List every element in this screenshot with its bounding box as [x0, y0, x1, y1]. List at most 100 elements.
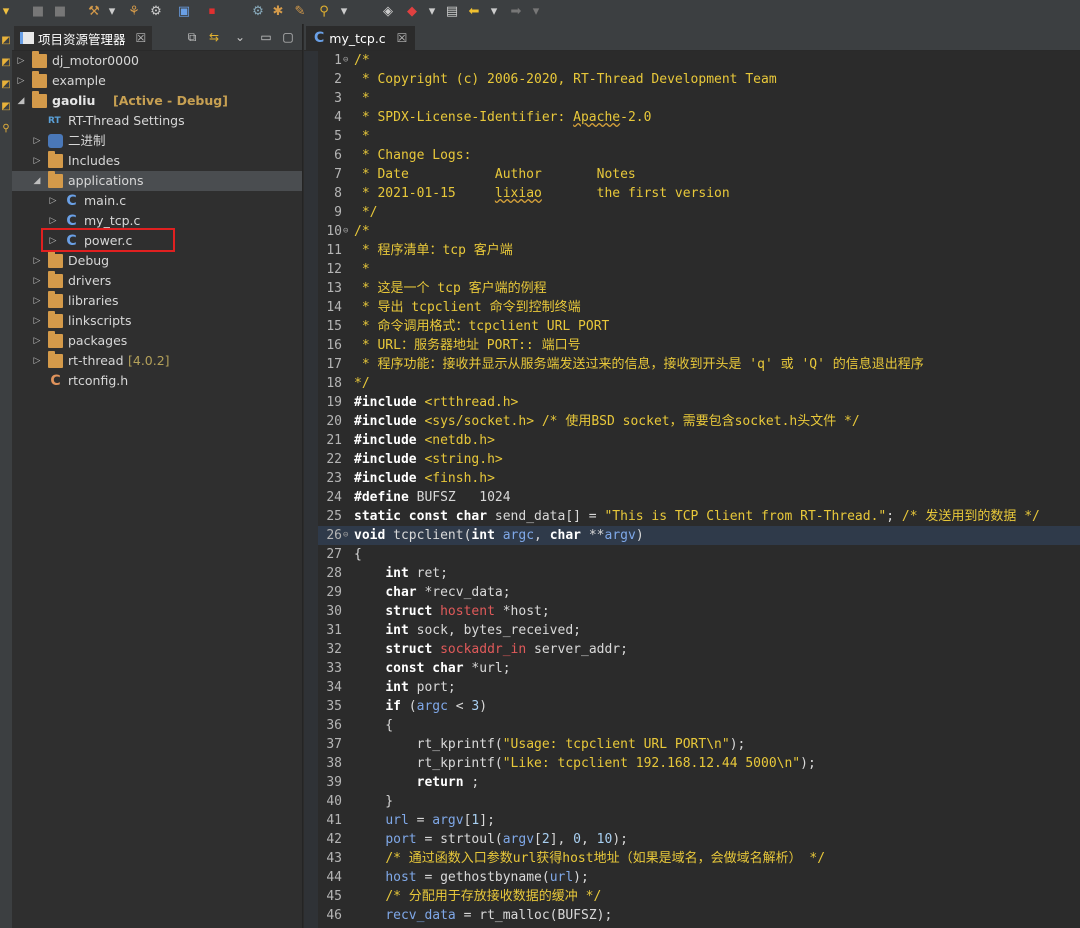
code-line[interactable]: 27 { — [318, 545, 1080, 564]
collapsed-twisty-icon[interactable]: ▷ — [32, 151, 42, 171]
code-line[interactable]: 40 } — [318, 792, 1080, 811]
code-line[interactable]: 23 #include <finsh.h> — [318, 469, 1080, 488]
code-line[interactable]: 6 * Change Logs: — [318, 146, 1080, 165]
tree-item[interactable]: ▷ example — [12, 71, 302, 91]
close-icon[interactable]: ☒ — [136, 31, 147, 45]
code-line[interactable]: 7 * Date Author Notes — [318, 165, 1080, 184]
tree-item[interactable]: Crtconfig.h — [12, 371, 302, 391]
code-line[interactable]: 2 * Copyright (c) 2006-2020, RT-Thread D… — [318, 70, 1080, 89]
build-dropdown-icon[interactable]: ▾ — [104, 4, 120, 20]
code-line[interactable]: 11 * 程序清单：tcp 客户端 — [318, 241, 1080, 260]
code-line[interactable]: 43 /* 通过函数入口参数url获得host地址（如果是域名，会做域名解析） … — [318, 849, 1080, 868]
code-line[interactable]: 44 host = gethostbyname(url); — [318, 868, 1080, 887]
new-icon[interactable]: ▾ — [0, 4, 14, 20]
save-icon[interactable]: ■ — [30, 4, 46, 20]
back-arrow-icon[interactable]: ⬅ — [466, 4, 482, 20]
minimize-icon[interactable]: ▭ — [258, 29, 274, 45]
terminal-icon[interactable]: ◈ — [380, 4, 396, 20]
code-line[interactable]: 22 #include <string.h> — [318, 450, 1080, 469]
code-line[interactable]: 19 #include <rtthread.h> — [318, 393, 1080, 412]
code-line[interactable]: 21 #include <netdb.h> — [318, 431, 1080, 450]
collapsed-twisty-icon[interactable]: ▷ — [32, 311, 42, 331]
code-line[interactable]: 9 */ — [318, 203, 1080, 222]
collapsed-twisty-icon[interactable]: ▷ — [48, 191, 58, 211]
settings-icon[interactable]: ⚙ — [250, 4, 266, 20]
tree-item[interactable]: ▷ rt-thread [4.0.2] — [12, 351, 302, 371]
expanded-twisty-icon[interactable]: ◢ — [32, 171, 42, 191]
tree-item[interactable]: ▷ Debug — [12, 251, 302, 271]
tree-item[interactable]: ◢ gaoliu [Active - Debug] — [12, 91, 302, 111]
tree-item[interactable]: ▷ dj_motor0000 — [12, 51, 302, 71]
wrench-icon[interactable]: ⚙ — [148, 4, 164, 20]
tree-item[interactable]: ▷ linkscripts — [12, 311, 302, 331]
clean-icon[interactable]: ⚘ — [126, 4, 142, 20]
code-line[interactable]: 26 ⊖ void tcpclient(int argc, char **argv) — [318, 526, 1080, 545]
code-line[interactable]: 20 #include <sys/socket.h> /* 使用BSD socke… — [318, 412, 1080, 431]
code-line[interactable]: 3 * — [318, 89, 1080, 108]
code-line[interactable]: 29 char *recv_data; — [318, 583, 1080, 602]
collapsed-twisty-icon[interactable]: ▷ — [32, 251, 42, 271]
code-line[interactable]: 30 struct hostent *host; — [318, 602, 1080, 621]
code-line[interactable]: 42 port = strtoul(argv[2], 0, 10); — [318, 830, 1080, 849]
code-line[interactable]: 13 * 这是一个 tcp 客户端的例程 — [318, 279, 1080, 298]
explorer-tab[interactable]: 项目资源管理器 ☒ — [14, 26, 153, 50]
code-line[interactable]: 46 recv_data = rt_malloc(BUFSZ); — [318, 906, 1080, 925]
trim-icon-3[interactable]: ◩ — [0, 78, 12, 92]
save-all-icon[interactable]: ■ — [52, 4, 68, 20]
code-line[interactable]: 39 return ; — [318, 773, 1080, 792]
collapsed-twisty-icon[interactable]: ▷ — [32, 331, 42, 351]
view-menu-icon[interactable]: ⌄ — [232, 29, 248, 45]
code-line[interactable]: 18 */ — [318, 374, 1080, 393]
maximize-icon[interactable]: ▢ — [280, 29, 296, 45]
code-line[interactable]: 4 * SPDX-License-Identifier: Apache-2.0 — [318, 108, 1080, 127]
collapsed-twisty-icon[interactable]: ▷ — [16, 71, 26, 91]
code-line[interactable]: 36 { — [318, 716, 1080, 735]
bookmark-icon[interactable]: ◆ — [404, 4, 420, 20]
tree-item[interactable]: ▷ drivers — [12, 271, 302, 291]
collapse-all-icon[interactable]: ⧉ — [184, 29, 200, 45]
code-line[interactable]: 16 * URL：服务器地址 PORT:: 端口号 — [318, 336, 1080, 355]
stop-icon[interactable]: ⏹ — [204, 4, 220, 20]
download-icon[interactable]: ▣ — [176, 4, 192, 20]
code-line[interactable]: 24 #define BUFSZ 1024 — [318, 488, 1080, 507]
code-line[interactable]: 45 /* 分配用于存放接收数据的缓冲 */ — [318, 887, 1080, 906]
back-dropdown-icon[interactable]: ▾ — [486, 4, 502, 20]
trim-search-icon[interactable]: ⚲ — [0, 122, 12, 136]
forward-dropdown-icon[interactable]: ▾ — [528, 4, 544, 20]
tree-item[interactable]: ▷ 二进制 — [12, 131, 302, 151]
tree-item[interactable]: RT RT-Thread Settings — [12, 111, 302, 131]
code-line[interactable]: 34 int port; — [318, 678, 1080, 697]
search-icon[interactable]: ⚲ — [316, 4, 332, 20]
trim-icon-1[interactable]: ◩ — [0, 34, 12, 48]
collapsed-twisty-icon[interactable]: ▷ — [32, 351, 42, 371]
document-icon[interactable]: ▤ — [444, 4, 460, 20]
collapsed-twisty-icon[interactable]: ▷ — [32, 131, 42, 151]
open-file-icon[interactable]: ✎ — [292, 4, 308, 20]
code-line[interactable]: 25 static const char send_data[] = "This … — [318, 507, 1080, 526]
code-line[interactable]: 32 struct sockaddr_in server_addr; — [318, 640, 1080, 659]
link-editor-icon[interactable]: ⇆ — [206, 29, 222, 45]
bookmark-dropdown-icon[interactable]: ▾ — [424, 4, 440, 20]
tree-item[interactable]: ▷ packages — [12, 331, 302, 351]
code-line[interactable]: 8 * 2021-01-15 lixiao the first version — [318, 184, 1080, 203]
code-line[interactable]: 38 rt_kprintf("Like: tcpclient 192.168.1… — [318, 754, 1080, 773]
code-line[interactable]: 31 int sock, bytes_received; — [318, 621, 1080, 640]
build-icon[interactable]: ⚒ — [86, 4, 102, 20]
code-line[interactable]: 5 * — [318, 127, 1080, 146]
fold-toggle-icon[interactable]: ⊖ — [343, 51, 348, 70]
code-line[interactable]: 37 rt_kprintf("Usage: tcpclient URL PORT… — [318, 735, 1080, 754]
fold-toggle-icon[interactable]: ⊖ — [343, 222, 348, 241]
code-line[interactable]: 35 if (argc < 3) — [318, 697, 1080, 716]
collapsed-twisty-icon[interactable]: ▷ — [32, 271, 42, 291]
collapsed-twisty-icon[interactable]: ▷ — [16, 51, 26, 71]
tree-item[interactable]: ▷ libraries — [12, 291, 302, 311]
code-area[interactable]: 1 ⊖/* 2 * Copyright (c) 2006-2020, RT-Thre… — [318, 51, 1080, 925]
code-line[interactable]: 12 * — [318, 260, 1080, 279]
search-dropdown-icon[interactable]: ▾ — [336, 4, 352, 20]
trim-icon-4[interactable]: ◩ — [0, 100, 12, 114]
close-icon[interactable]: ☒ — [397, 31, 408, 45]
code-line[interactable]: 41 url = argv[1]; — [318, 811, 1080, 830]
tree-item[interactable]: ▷ Cmain.c — [12, 191, 302, 211]
tree-item[interactable]: ▷ Includes — [12, 151, 302, 171]
code-line[interactable]: 1 ⊖ /* — [318, 51, 1080, 70]
